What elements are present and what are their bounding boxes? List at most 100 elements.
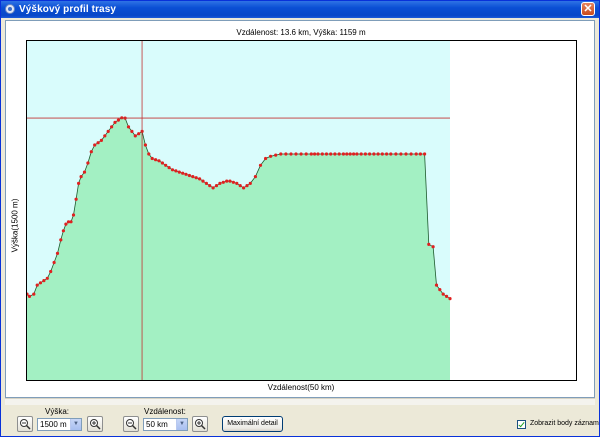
elevation-chart[interactable] xyxy=(25,41,576,381)
track-point xyxy=(253,175,257,179)
track-point xyxy=(418,152,422,156)
track-point xyxy=(194,176,198,180)
track-point xyxy=(427,242,431,246)
window-title: Výškový profil trasy xyxy=(19,4,117,15)
track-point xyxy=(372,152,376,156)
chevron-down-icon: ▼ xyxy=(70,419,81,430)
track-point xyxy=(394,152,398,156)
track-point xyxy=(89,150,93,154)
plot-area[interactable] xyxy=(25,40,577,381)
track-point xyxy=(423,152,427,156)
track-point xyxy=(147,152,151,156)
distance-select-value: 50 km xyxy=(146,420,168,429)
show-points-checkbox[interactable] xyxy=(517,420,526,429)
bottom-toolbar: Výška: 1500 m ▼ Vzdálenost: 50 km ▼ Maxi… xyxy=(1,406,599,436)
track-point xyxy=(248,181,252,185)
track-point xyxy=(99,138,103,142)
track-point xyxy=(345,152,349,156)
track-point xyxy=(126,125,131,129)
distance-zoom-out-button[interactable] xyxy=(123,416,139,432)
show-points-label[interactable]: Zobrazit body záznam xyxy=(530,420,599,427)
track-point xyxy=(157,159,161,163)
track-point xyxy=(143,143,147,147)
track-point xyxy=(279,152,283,156)
track-point xyxy=(242,186,246,190)
elevation-profile-window: Výškový profil trasy ✕ Vzdálenost: 13.6 … xyxy=(0,0,600,437)
track-point xyxy=(320,152,324,156)
track-point xyxy=(245,184,249,188)
track-point xyxy=(438,288,442,292)
track-point xyxy=(42,279,46,283)
y-axis-label: Výška(1500 m) xyxy=(10,198,20,253)
track-point xyxy=(69,220,73,224)
track-point xyxy=(170,168,175,172)
track-point xyxy=(198,177,202,181)
track-point xyxy=(86,161,90,165)
track-point xyxy=(32,292,36,296)
track-point xyxy=(399,152,403,156)
track-point xyxy=(225,179,229,183)
title-bar[interactable]: Výškový profil trasy ✕ xyxy=(1,1,599,18)
track-point xyxy=(316,152,320,156)
track-point xyxy=(329,152,333,156)
track-point xyxy=(409,152,413,156)
track-point xyxy=(376,152,380,156)
chart-title: Vzdálenost: 13.6 km, Výška: 1159 m xyxy=(236,28,366,37)
chart-area: Vzdálenost: 13.6 km, Výška: 1159 m Výška… xyxy=(5,20,595,398)
distance-select[interactable]: 50 km ▼ xyxy=(143,418,188,431)
track-point xyxy=(64,222,68,226)
track-point xyxy=(313,152,317,156)
track-point xyxy=(218,181,222,185)
height-zoom-out-button[interactable] xyxy=(17,416,33,432)
close-button[interactable]: ✕ xyxy=(581,2,595,16)
track-point xyxy=(221,180,225,184)
track-point xyxy=(333,152,337,156)
track-point xyxy=(27,294,32,298)
track-point xyxy=(352,152,356,156)
zoom-out-icon xyxy=(20,419,31,430)
track-point xyxy=(289,152,293,156)
track-point xyxy=(274,153,278,157)
track-point xyxy=(363,152,367,156)
zoom-out-icon xyxy=(126,419,137,430)
track-point xyxy=(294,152,298,156)
height-select[interactable]: 1500 m ▼ xyxy=(37,418,82,431)
track-point xyxy=(380,152,384,156)
track-point xyxy=(304,152,308,156)
track-point xyxy=(389,152,393,156)
track-point xyxy=(214,184,219,188)
track-point xyxy=(184,172,188,176)
height-zoom-in-button[interactable] xyxy=(87,416,103,432)
track-point xyxy=(113,120,117,124)
horizontal-scrollbar[interactable] xyxy=(5,398,595,405)
track-point xyxy=(414,152,418,156)
track-point xyxy=(110,125,114,129)
track-point xyxy=(61,229,65,233)
track-point xyxy=(71,213,76,217)
app-icon xyxy=(5,4,15,14)
track-point xyxy=(201,179,205,183)
track-point xyxy=(348,152,352,156)
track-point xyxy=(434,283,439,287)
height-label: Výška: xyxy=(45,407,70,416)
track-point xyxy=(59,238,63,242)
track-point xyxy=(45,276,49,280)
track-point xyxy=(385,152,389,156)
track-point xyxy=(211,186,215,190)
track-point xyxy=(160,161,164,165)
track-point xyxy=(208,184,212,188)
track-point xyxy=(228,179,232,183)
height-select-value: 1500 m xyxy=(40,420,67,429)
max-detail-button[interactable]: Maximální detail xyxy=(222,416,283,432)
track-point xyxy=(309,152,313,156)
track-point xyxy=(177,170,181,174)
track-point xyxy=(404,152,408,156)
track-point xyxy=(167,166,171,170)
track-point xyxy=(55,251,60,255)
track-point xyxy=(150,156,154,161)
distance-zoom-in-button[interactable] xyxy=(192,416,208,432)
track-point xyxy=(445,294,449,298)
track-point xyxy=(106,129,110,133)
chevron-down-icon: ▼ xyxy=(176,419,187,430)
track-point xyxy=(82,170,87,174)
